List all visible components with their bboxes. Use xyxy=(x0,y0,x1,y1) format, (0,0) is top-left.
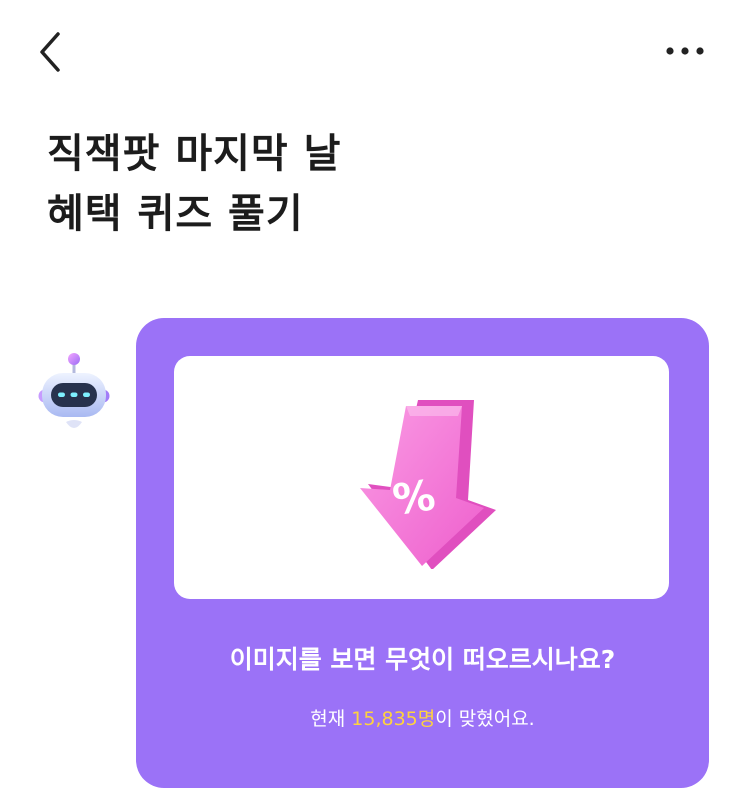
page-title-line-1: 직잭팟 마지막 날 xyxy=(47,131,342,177)
chevron-left-icon xyxy=(40,32,60,72)
status-suffix: 이 맞혔어요. xyxy=(435,708,535,730)
bot-avatar xyxy=(32,348,128,444)
top-bar xyxy=(0,0,743,100)
answer-status: 현재 15,835명이 맞혔어요. xyxy=(136,704,709,731)
more-button[interactable] xyxy=(660,36,710,66)
more-horizontal-icon xyxy=(666,47,704,55)
quiz-image: % xyxy=(174,356,669,599)
back-button[interactable] xyxy=(34,28,74,76)
quiz-question: 이미지를 보면 무엇이 떠오르시나요? xyxy=(229,645,616,674)
page-title-line-2: 혜택 퀴즈 풀기 xyxy=(47,191,304,237)
quiz-card: % 이미지를 보면 무엇이 떠오르시나요? 현재 15,835명이 맞혔어요. xyxy=(136,318,709,788)
robot-avatar-icon xyxy=(38,353,110,428)
svg-text:%: % xyxy=(390,470,439,524)
correct-count: 15,835명 xyxy=(351,708,436,730)
page-title: 직잭팟 마지막 날 혜택 퀴즈 풀기 xyxy=(47,124,341,244)
status-prefix: 현재 xyxy=(310,708,352,730)
percent-down-arrow-icon: % xyxy=(360,400,496,569)
